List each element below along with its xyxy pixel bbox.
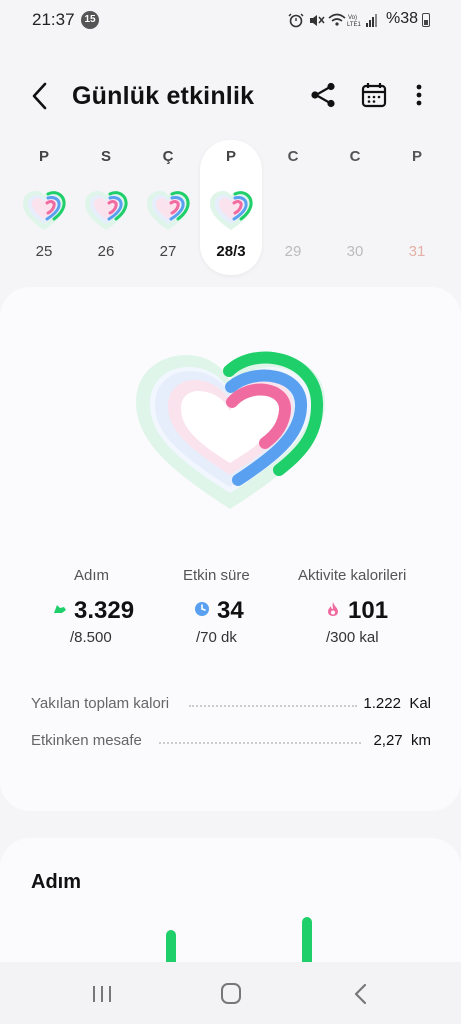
mute-icon [310, 15, 325, 26]
battery-percent: %38 [386, 10, 419, 27]
flame-icon [328, 602, 338, 616]
dotted-leader [159, 742, 361, 744]
back-arrow-icon[interactable] [22, 78, 58, 114]
activity-heart-icon [210, 191, 253, 230]
more-options-icon[interactable] [404, 78, 434, 112]
day-letter: P [225, 148, 236, 165]
status-icons: Vo)LTE1 [288, 13, 377, 28]
notification-count-badge: 15 [81, 11, 99, 29]
steps-card-title: Adım [31, 871, 81, 893]
day-item[interactable]: C 30 [324, 140, 386, 275]
steps-shoe-icon [54, 605, 66, 613]
active-distance-unit: km [411, 732, 431, 749]
steps-label: Adım [74, 567, 110, 584]
activity-heart-icon [147, 191, 190, 230]
volte-icon: Vo)LTE1 [347, 15, 362, 28]
day-item[interactable]: P 25 [13, 140, 75, 275]
clock-icon [195, 602, 209, 616]
calories-label: Aktivite kalorileri [298, 567, 407, 584]
day-letter: P [38, 148, 49, 165]
calories-goal: /300 kal [326, 629, 379, 646]
activity-summary-card: Adım 3.329 /8.500 Etkin süre 34 /70 dk A… [0, 287, 461, 811]
week-day-selector: P 25 S 26 Ç 27 P 28/3 C 29 C 30 P 31 [0, 140, 461, 280]
calories-value: 101 [348, 597, 389, 624]
activity-heart-chart[interactable] [128, 347, 333, 517]
active-distance-row: Etkinken mesafe 2,27 km [31, 732, 431, 754]
day-item[interactable]: Ç 27 [137, 140, 199, 275]
steps-value: 3.329 [74, 597, 135, 624]
total-calories-row: Yakılan toplam kalori 1.222 Kal [31, 695, 431, 717]
activity-heart-icon [23, 191, 66, 230]
day-number: 30 [346, 243, 364, 260]
back-nav-icon[interactable] [346, 980, 376, 1008]
active-time-label: Etkin süre [183, 567, 250, 584]
day-number: 29 [284, 243, 302, 260]
system-navigation-bar [0, 962, 461, 1024]
activity-stats: Adım 3.329 /8.500 Etkin süre 34 /70 dk A… [0, 567, 461, 647]
recent-apps-icon[interactable] [87, 980, 117, 1008]
day-item-selected[interactable]: P 28/3 [200, 140, 262, 275]
day-letter: Ç [162, 148, 174, 165]
total-calories-label: Yakılan toplam kalori [31, 695, 170, 712]
day-number: 25 [35, 243, 53, 260]
share-icon[interactable] [306, 78, 340, 112]
page-title: Günlük etkinlik [72, 82, 255, 110]
battery-icon [422, 13, 430, 27]
activity-heart-icon [85, 191, 128, 230]
app-bar: Günlük etkinlik [0, 70, 461, 122]
active-time-goal: /70 dk [196, 629, 237, 646]
wifi-icon [328, 13, 346, 26]
day-number: 31 [408, 243, 426, 260]
active-distance-value: 2,27 km [373, 732, 431, 749]
day-number: 26 [97, 243, 115, 260]
status-time: 21:37 [32, 10, 75, 29]
svg-text:LTE1: LTE1 [347, 22, 362, 28]
day-letter: P [411, 148, 422, 165]
signal-icon [366, 14, 377, 27]
day-number: 27 [159, 243, 177, 260]
day-item[interactable]: S 26 [75, 140, 137, 275]
day-number: 28/3 [216, 243, 246, 260]
day-letter: S [100, 148, 111, 165]
alarm-icon [288, 13, 304, 28]
day-letter: C [349, 148, 361, 165]
active-time-value: 34 [217, 597, 244, 624]
home-icon[interactable] [216, 980, 246, 1008]
day-item[interactable]: C 29 [262, 140, 324, 275]
day-item[interactable]: P 31 [386, 140, 448, 275]
total-calories-value: 1.222 Kal [363, 695, 431, 712]
steps-goal: /8.500 [70, 629, 112, 646]
dotted-leader [189, 705, 357, 707]
svg-text:Vo): Vo) [348, 15, 357, 21]
calendar-icon[interactable] [357, 78, 391, 112]
day-letter: C [287, 148, 299, 165]
total-calories-unit: Kal [409, 695, 431, 712]
active-distance-label: Etkinken mesafe [31, 732, 142, 749]
status-bar: 21:37 15 Vo) LTE1 %38 [0, 0, 461, 40]
